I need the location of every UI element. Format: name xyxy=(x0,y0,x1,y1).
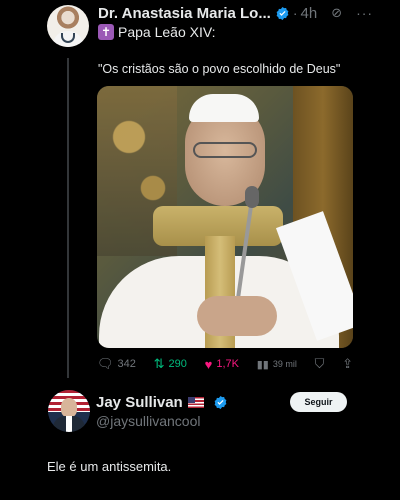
reply-icon: 🗨︎ xyxy=(97,356,114,371)
heart-icon: ♥ xyxy=(204,356,213,372)
reply-text: Ele é um antissemita. xyxy=(47,459,172,474)
latin-cross-icon: ✝ xyxy=(98,24,114,40)
share-icon: ⇪ xyxy=(342,356,353,371)
tweet-header: Dr. Anastasia Maria Lo... · 4h ⊘ ··· xyxy=(98,3,392,23)
views-button[interactable]: ▮▮ 39 mil xyxy=(257,358,297,371)
like-count: 1,7K xyxy=(216,358,239,370)
us-flag-icon xyxy=(187,397,204,408)
tweet-first-line-text: Papa Leão XIV: xyxy=(118,24,216,40)
like-button[interactable]: ♥ 1,7K xyxy=(205,357,239,372)
reply-count: 342 xyxy=(117,358,136,370)
photo-hands xyxy=(197,296,277,336)
bookmark-button[interactable]: ⛉ xyxy=(315,356,325,372)
grok-icon[interactable]: ⊘ xyxy=(331,5,342,21)
retweet-count: 290 xyxy=(168,358,187,370)
separator-dot: · xyxy=(292,5,298,21)
reply-button[interactable]: 🗨︎ 342 xyxy=(97,356,136,372)
retweet-button[interactable]: ⇅ 290 xyxy=(154,356,187,372)
tweet-quote-text: "Os cristãos são o povo escolhido de Deu… xyxy=(98,62,341,76)
thread-line xyxy=(67,58,69,378)
reply-author-handle[interactable]: @jaysullivancool xyxy=(96,413,200,429)
verified-badge-icon xyxy=(214,395,227,410)
bookmark-icon: ⛉ xyxy=(314,356,325,371)
views-count: 39 mil xyxy=(272,359,297,369)
tweet-photo[interactable] xyxy=(97,86,353,348)
verified-badge-icon xyxy=(276,6,289,20)
avatar-head xyxy=(61,398,77,418)
avatar-shirt xyxy=(66,416,72,432)
photo-zucchetto xyxy=(189,94,259,122)
share-button[interactable]: ⇪ xyxy=(342,356,353,372)
tweet-first-line: ✝ Papa Leão XIV: xyxy=(98,24,216,40)
follow-button[interactable]: Seguir xyxy=(290,392,347,412)
photo-microphone xyxy=(245,186,259,208)
reply-author-avatar[interactable] xyxy=(48,390,90,432)
views-icon: ▮▮ xyxy=(256,358,269,371)
reply-author-name[interactable]: Jay Sullivan xyxy=(96,394,183,411)
photo-glasses xyxy=(193,142,257,158)
reply-header: Jay Sullivan xyxy=(96,394,228,411)
retweet-icon: ⇅ xyxy=(153,356,165,371)
tweet-actions: 🗨︎ 342 ⇅ 290 ♥ 1,7K ▮▮ 39 mil ⛉ ⇪ xyxy=(97,356,353,372)
author-avatar[interactable] xyxy=(47,5,89,47)
tweet-time[interactable]: 4h xyxy=(301,5,318,22)
more-options-icon[interactable]: ··· xyxy=(356,5,373,21)
author-name[interactable]: Dr. Anastasia Maria Lo... xyxy=(98,5,271,22)
